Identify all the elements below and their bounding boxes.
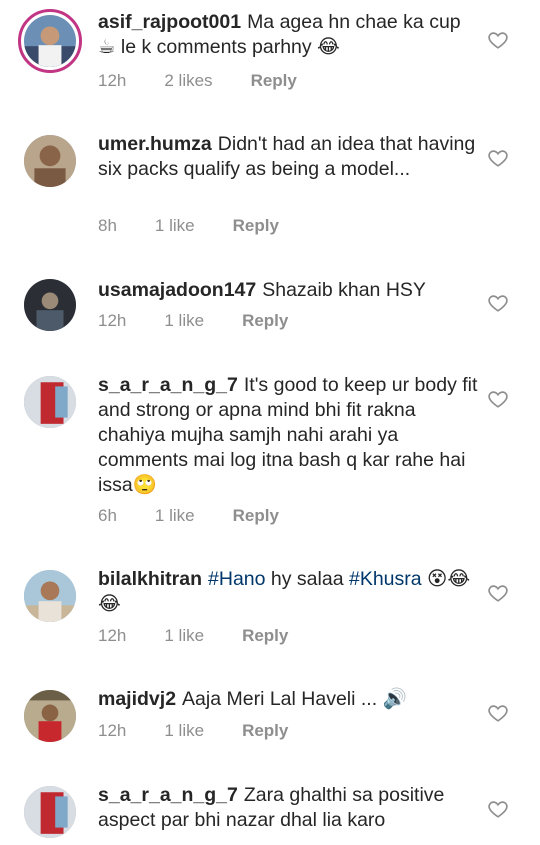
avatar[interactable]	[24, 135, 76, 187]
reply-button[interactable]: Reply	[242, 721, 288, 741]
reply-button[interactable]: Reply	[242, 626, 288, 646]
comment-likes[interactable]: 1 like	[164, 721, 204, 741]
avatar[interactable]	[24, 690, 76, 742]
comment-text: Aaja Meri Lal Haveli ... 🔊	[182, 688, 407, 710]
comment-username[interactable]: s_a_r_a_n_g_7	[98, 374, 238, 396]
comment-likes[interactable]: 2 likes	[164, 71, 212, 91]
heart-outline-icon[interactable]	[487, 582, 509, 604]
comment-time: 12h	[98, 311, 127, 330]
comment-username[interactable]: s_a_r_a_n_g_7	[98, 784, 238, 806]
comment-time: 12h	[98, 721, 127, 740]
heart-outline-icon[interactable]	[487, 388, 509, 410]
heart-outline-icon[interactable]	[487, 29, 509, 51]
hashtag-link[interactable]: #Hano	[208, 568, 265, 590]
heart-outline-icon[interactable]	[487, 292, 509, 314]
comment-likes[interactable]: 1 like	[164, 626, 204, 646]
comment-username[interactable]: umer.humza	[98, 133, 212, 155]
avatar[interactable]	[24, 570, 76, 622]
avatar[interactable]	[24, 786, 76, 838]
comment-username[interactable]: bilalkhitran	[98, 568, 202, 590]
comment-time: 12h	[98, 71, 127, 90]
comment-likes[interactable]: 1 like	[164, 311, 204, 331]
comment-text: Shazaib khan HSY	[262, 279, 426, 301]
reply-button[interactable]: Reply	[242, 311, 288, 331]
comment-likes[interactable]: 1 like	[155, 216, 195, 236]
comment-username[interactable]: asif_rajpoot001	[98, 11, 241, 33]
comment-time: 12h	[98, 626, 127, 645]
heart-outline-icon[interactable]	[487, 798, 509, 820]
heart-outline-icon[interactable]	[487, 147, 509, 169]
hashtag-link[interactable]: #Khusra	[349, 568, 422, 590]
comment-username[interactable]: usamajadoon147	[98, 279, 256, 301]
comment-text: hy salaa	[265, 568, 349, 590]
avatar[interactable]	[18, 9, 82, 73]
comment-likes[interactable]: 1 like	[155, 506, 195, 526]
comment-time: 8h	[98, 216, 117, 235]
reply-button[interactable]: Reply	[233, 216, 279, 236]
comment-time: 6h	[98, 506, 117, 525]
reply-button[interactable]: Reply	[233, 506, 279, 526]
comment-username[interactable]: majidvj2	[98, 688, 176, 710]
heart-outline-icon[interactable]	[487, 702, 509, 724]
avatar[interactable]	[24, 376, 76, 428]
avatar[interactable]	[24, 279, 76, 331]
reply-button[interactable]: Reply	[251, 71, 297, 91]
